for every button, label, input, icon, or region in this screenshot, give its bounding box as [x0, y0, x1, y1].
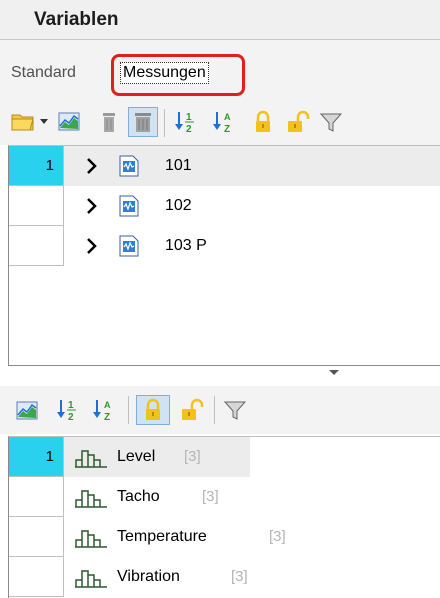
toolbar-separator — [128, 396, 129, 424]
lock-icon[interactable] — [250, 109, 276, 135]
variable-row[interactable]: Vibration [3] — [9, 557, 440, 597]
splitter-collapse-icon[interactable] — [329, 370, 339, 375]
svg-text:1: 1 — [68, 400, 74, 411]
sort-ascending-icon[interactable]: 1 2 — [54, 397, 80, 423]
sort-descending-icon[interactable]: A Z — [90, 397, 116, 423]
measurements-grid: 1 101 102 103 P — [8, 145, 440, 366]
svg-text:A: A — [224, 112, 231, 122]
row-number: 1 — [9, 146, 64, 186]
svg-text:2: 2 — [186, 124, 192, 135]
svg-text:2: 2 — [68, 412, 74, 423]
variable-label: Tacho — [117, 488, 160, 505]
dropdown-arrow-icon[interactable] — [38, 108, 50, 134]
variable-label: Temperature — [117, 528, 207, 545]
tab-highlight-annotation — [111, 54, 245, 96]
histogram-icon — [75, 570, 107, 588]
toolbar-separator — [214, 396, 215, 424]
variables-toolbar: 1 2 A Z — [0, 386, 440, 434]
filter-icon[interactable] — [318, 109, 344, 135]
trash-icon[interactable] — [96, 109, 122, 135]
chart-icon[interactable] — [14, 397, 40, 423]
variable-count: [3] — [231, 568, 248, 585]
measurement-file-icon — [119, 155, 139, 177]
measurement-label: 102 — [165, 197, 192, 214]
chart-icon[interactable] — [56, 108, 82, 134]
lock-icon[interactable] — [136, 395, 170, 425]
trash-all-icon[interactable] — [128, 107, 158, 137]
unlock-icon[interactable] — [178, 397, 204, 423]
measurement-row[interactable]: 1 101 — [9, 146, 440, 186]
measurement-row[interactable]: 102 — [9, 186, 440, 226]
sort-descending-icon[interactable]: A Z — [210, 109, 236, 135]
panel-header: Variablen — [0, 0, 440, 40]
row-number — [9, 477, 64, 517]
histogram-icon — [75, 490, 107, 508]
svg-text:A: A — [104, 400, 111, 410]
variable-row[interactable]: Temperature [3] — [9, 517, 440, 557]
measurement-label: 103 P — [165, 237, 207, 254]
row-number — [9, 517, 64, 557]
row-number: 1 — [9, 437, 64, 477]
filter-icon[interactable] — [222, 397, 248, 423]
folder-icon[interactable] — [10, 108, 36, 134]
variable-count: [3] — [269, 528, 286, 545]
variable-row[interactable]: Tacho [3] — [9, 477, 440, 517]
svg-text:Z: Z — [224, 124, 230, 135]
svg-text:Z: Z — [104, 412, 110, 423]
panel-title: Variablen — [34, 9, 119, 30]
variable-row[interactable]: 1 Level [3] — [9, 437, 440, 477]
measurement-row[interactable]: 103 P — [9, 226, 440, 266]
toolbar-separator — [164, 109, 165, 137]
variables-grid: 1 Level [3] Tacho [3] Temperature [3] Vi… — [8, 436, 440, 598]
measurement-file-icon — [119, 195, 139, 217]
row-number — [9, 557, 64, 597]
tab-standard[interactable]: Standard — [11, 64, 76, 82]
variable-count: [3] — [184, 448, 201, 465]
svg-text:1: 1 — [186, 112, 192, 123]
measurement-label: 101 — [165, 157, 192, 174]
chevron-right-icon[interactable] — [85, 237, 99, 255]
sort-ascending-icon[interactable]: 1 2 — [172, 109, 198, 135]
chevron-right-icon[interactable] — [85, 197, 99, 215]
unlock-icon[interactable] — [284, 109, 310, 135]
measurements-toolbar: 1 2 A Z — [0, 101, 440, 145]
variable-count: [3] — [202, 488, 219, 505]
histogram-icon — [75, 530, 107, 548]
variable-label: Level — [117, 448, 156, 465]
row-number — [9, 186, 64, 226]
chevron-right-icon[interactable] — [85, 157, 99, 175]
measurement-file-icon — [119, 235, 139, 257]
histogram-icon — [75, 450, 107, 468]
variable-label: Vibration — [117, 568, 180, 585]
row-number — [9, 226, 64, 266]
